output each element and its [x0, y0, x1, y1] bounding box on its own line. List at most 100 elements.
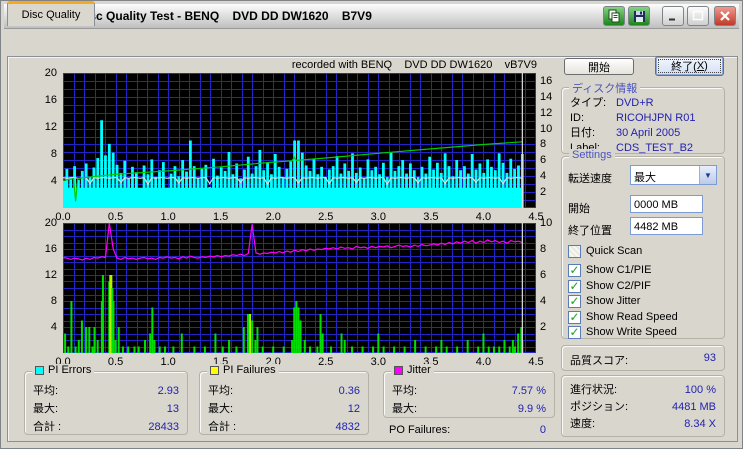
disc-info-row: 日付: 30 April 2005 [570, 126, 716, 141]
minimize-button[interactable] [662, 6, 684, 26]
stat-row-label: 平均: [392, 385, 418, 397]
pi-errors-legend-chip [35, 365, 44, 375]
stat-row: 合計 : 28433 [33, 418, 179, 436]
checkbox-label: Show Jitter [586, 295, 641, 307]
x-axis-tick: 1.0 [160, 356, 176, 368]
save-button[interactable] [628, 6, 650, 26]
stat-row: 平均: 2.93 [33, 382, 179, 400]
checkbox-row-show-read-speed[interactable]: ✓ Show Read Speed [568, 310, 678, 324]
disc-info-row: タイプ: DVD+R [570, 96, 716, 111]
tab-disc-quality[interactable]: Disc Quality [7, 1, 95, 26]
y-axis-tick: 20 [44, 67, 57, 79]
checkbox-checked[interactable]: ✓ [568, 294, 581, 308]
x-axis-tick: 3.0 [370, 356, 386, 368]
checkbox-unchecked[interactable] [568, 244, 581, 258]
stop-button[interactable]: 終了(X) [655, 56, 724, 76]
y-axis-tick: 4 [50, 321, 57, 333]
stat-row-value: 0.36 [338, 385, 360, 397]
checkbox-checked[interactable]: ✓ [568, 325, 581, 339]
checkbox-label: Show C1/PIE [586, 264, 652, 276]
stat-row-value: 28433 [148, 421, 179, 433]
start-button[interactable]: 開始 [564, 58, 634, 75]
stat-row-value: 2.93 [157, 385, 179, 397]
pi-failures-jitter-chart [62, 222, 536, 353]
x-axis-tick: 2.0 [265, 211, 281, 223]
x-axis-tick: 0.5 [107, 356, 124, 368]
x-axis-tick: 4.0 [475, 211, 492, 223]
status-rows: 進行状況: 100 % ポジション: 4481 MB 速度: 8.34 X [562, 376, 724, 433]
checkbox-checked[interactable]: ✓ [568, 279, 581, 293]
close-icon [720, 11, 730, 21]
y-axis-tick: 16 [44, 94, 57, 106]
quality-score-box: 品質スコア: 93 [561, 345, 725, 371]
stat-row-label: 合計 : [33, 421, 62, 433]
chart-canvas [62, 73, 536, 208]
y-axis-tick: 4 [50, 175, 57, 187]
checkbox-checked[interactable]: ✓ [568, 310, 581, 324]
speed-combobox[interactable]: 最大 ▼ [630, 165, 717, 185]
stat-row-label: 平均: [208, 385, 234, 397]
checkbox-row-show-c1-pie[interactable]: ✓ Show C1/PIE [568, 263, 651, 277]
chart-canvas [62, 222, 536, 353]
checkbox-label: Show Write Speed [586, 326, 677, 338]
x-axis-tick: 3.0 [370, 211, 386, 223]
start-position-label: 開始 [568, 203, 590, 215]
title-bar[interactable]: CD Speed : Disc Quality Test - BENQ DVD … [4, 4, 739, 29]
stat-row-value: 4832 [335, 421, 360, 433]
copy-icon [608, 9, 620, 23]
stat-row: 平均: 7.57 % [392, 382, 546, 400]
pi-failures-legend-label: PI Failures [223, 364, 276, 376]
pi-errors-chart [62, 73, 536, 208]
checkbox-label: Show Read Speed [586, 311, 678, 323]
disc-info-label: タイプ: [570, 97, 607, 109]
checkbox-label: Quick Scan [586, 245, 643, 257]
close-button[interactable] [714, 6, 736, 26]
x-axis-tick: 1.5 [213, 211, 229, 223]
checkbox-row-show-c2-pif[interactable]: ✓ Show C2/PIF [568, 279, 651, 293]
y-axis-tick: 16 [540, 74, 553, 87]
chart-header: recorded with BENQ DVD DD DW1620 vB7V9 [291, 59, 537, 71]
status-row: ポジション: 4481 MB [570, 399, 716, 416]
disc-info-label: 日付: [570, 127, 596, 139]
po-failures-value: 0 [539, 424, 546, 436]
status-value: 4481 MB [671, 401, 716, 413]
y-axis-tick: 8 [50, 295, 57, 307]
copy-button[interactable] [603, 6, 625, 26]
checkbox-row-quick-scan[interactable]: Quick Scan [568, 244, 642, 258]
status-label: 進行状況: [570, 384, 618, 396]
po-failures-row: PO Failures: 0 [389, 424, 546, 436]
status-value: 8.34 X [684, 418, 716, 430]
x-axis-tick: 2.5 [318, 356, 334, 368]
progress-box: 進行状況: 100 % ポジション: 4481 MB 速度: 8.34 X [561, 375, 725, 437]
disc-info-title: ディスク情報 [569, 80, 641, 96]
maximize-icon [692, 10, 704, 21]
status-row: 進行状況: 100 % [570, 382, 716, 399]
stat-row: 平均: 0.36 [208, 382, 360, 400]
pi-errors-legend-label: PI Errors [48, 364, 92, 376]
tab-label: Disc Quality [21, 9, 81, 21]
stat-row-label: 合計 : [208, 421, 237, 433]
start-position-field[interactable] [630, 195, 703, 213]
jitter-legend-label: Jitter [407, 364, 431, 376]
y-axis-tick: 12 [44, 269, 57, 281]
end-position-field[interactable] [630, 217, 703, 235]
checkbox-row-show-write-speed[interactable]: ✓ Show Write Speed [568, 325, 677, 339]
speed-combobox-value: 最大 [634, 172, 656, 184]
y-axis-tick: 16 [44, 243, 57, 255]
pi-errors-stats-box: PI Errors 平均: 2.93 最大: 13 合計 : 28433 [24, 364, 188, 436]
y-axis-tick: 12 [44, 121, 57, 133]
pi-failures-stats-box: PI Failures 平均: 0.36 最大: 12 合計 : 4832 [199, 364, 369, 436]
minimize-icon [669, 18, 675, 21]
checkbox-label: Show C2/PIF [586, 280, 651, 292]
titlebar-buttons [603, 6, 736, 26]
x-axis-tick: 2.5 [318, 211, 334, 223]
chevron-down-icon[interactable]: ▼ [699, 166, 716, 184]
status-value: 100 % [684, 384, 716, 396]
y-axis-tick: 8 [50, 148, 57, 160]
disc-info-value: CDS_TEST_B2 [616, 142, 694, 154]
stat-row-value: 12 [347, 403, 360, 415]
checkbox-row-show-jitter[interactable]: ✓ Show Jitter [568, 294, 640, 308]
stat-row: 合計 : 4832 [208, 418, 360, 436]
maximize-button[interactable] [687, 6, 709, 26]
checkbox-checked[interactable]: ✓ [568, 263, 581, 277]
